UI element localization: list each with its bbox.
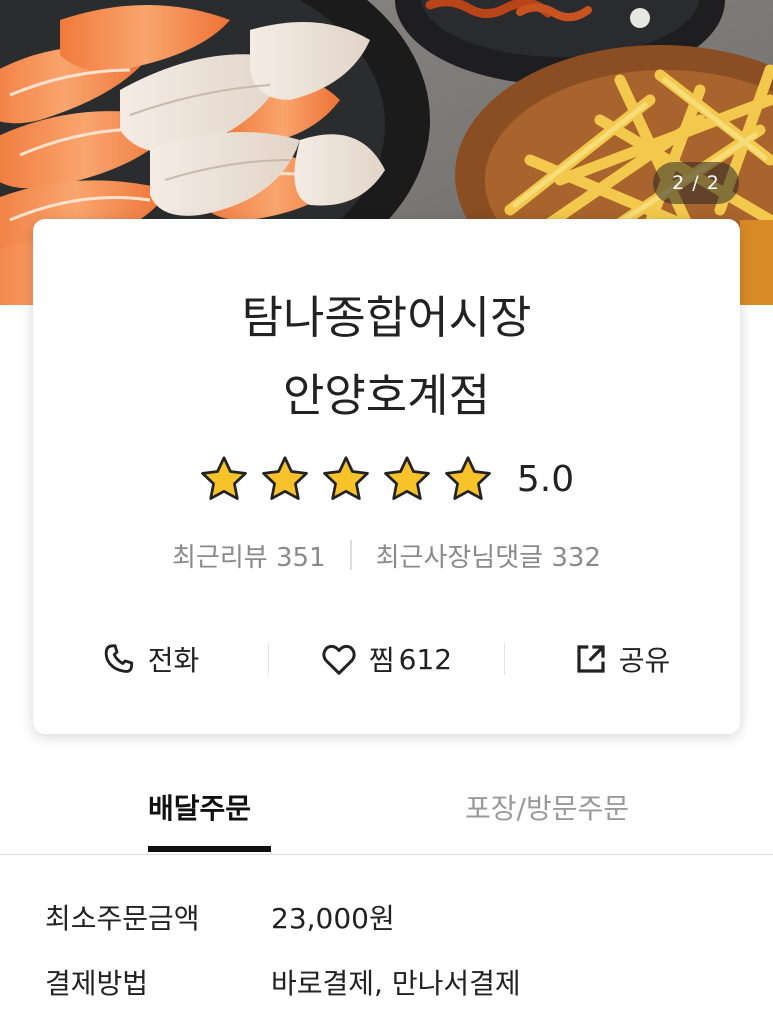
call-button[interactable]: 전화 <box>33 621 268 697</box>
tab-pickup-order[interactable]: 포장/방문주문 <box>420 770 773 854</box>
tab-label: 포장/방문주문 <box>465 792 629 825</box>
star-rating <box>199 454 493 504</box>
star-icon <box>199 454 249 504</box>
like-label: 찜 <box>368 644 395 677</box>
store-name-line2: 안양호계점 <box>282 369 490 422</box>
payment-method-row: 결제방법 바로결제, 만나서결제 <box>45 958 745 1006</box>
divider <box>349 540 352 570</box>
active-tab-indicator <box>148 846 271 852</box>
share-label: 공유 <box>618 644 671 677</box>
min-order-label: 최소주문금액 <box>45 902 200 935</box>
like-button[interactable]: 찜 612 <box>269 621 504 697</box>
payment-method-value: 바로결제, 만나서결제 <box>271 967 521 1000</box>
share-button[interactable]: 공유 <box>505 621 740 697</box>
order-type-tabs: 배달주문 포장/방문주문 <box>0 770 773 855</box>
star-icon <box>321 454 371 504</box>
rating-row: 5.0 <box>33 451 740 507</box>
payment-method-label: 결제방법 <box>45 967 149 1000</box>
rating-value: 5.0 <box>516 458 575 500</box>
recent-reviews-link[interactable]: 최근리뷰 351 <box>172 537 326 574</box>
action-bar: 전화 찜 612 공유 <box>33 621 740 697</box>
store-info-card: 탐나종합어시장 안양호계점 5.0 최근리뷰 351 최근사장님댓글 332 전… <box>33 219 740 734</box>
star-icon <box>260 454 310 504</box>
tab-delivery-order[interactable]: 배달주문 <box>0 770 420 854</box>
review-stats: 최근리뷰 351 최근사장님댓글 332 <box>33 531 740 579</box>
owner-replies-link[interactable]: 최근사장님댓글 332 <box>376 537 601 574</box>
like-count: 612 <box>398 642 453 676</box>
store-name: 탐나종합어시장 안양호계점 <box>33 279 740 435</box>
image-page-indicator: 2 / 2 <box>653 162 739 204</box>
min-order-value: 23,000원 <box>271 902 395 935</box>
star-icon <box>382 454 432 504</box>
share-icon <box>577 645 605 673</box>
store-name-line1: 탐나종합어시장 <box>241 291 532 344</box>
phone-icon <box>104 644 133 673</box>
heart-icon <box>322 644 356 675</box>
call-label: 전화 <box>147 644 200 677</box>
min-order-row: 최소주문금액 23,000원 <box>45 893 745 941</box>
tab-label: 배달주문 <box>148 792 252 825</box>
star-icon <box>443 454 493 504</box>
